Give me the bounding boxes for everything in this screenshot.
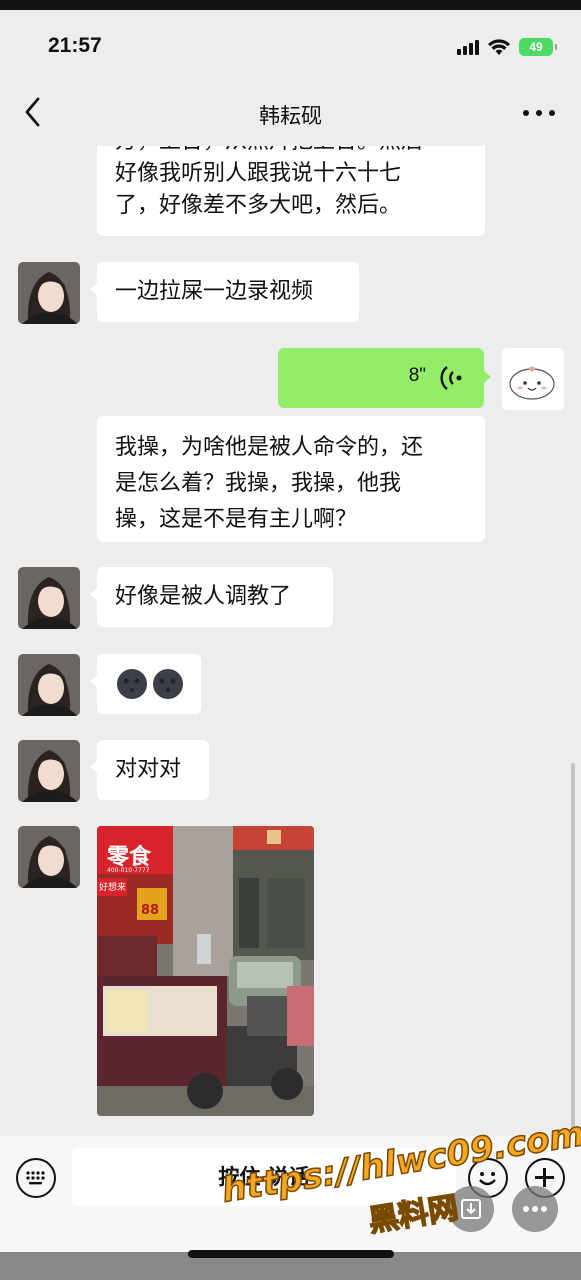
scrollbar[interactable]: [571, 763, 575, 1133]
message-text-line: 我操，为啥他是被人命令的，还: [115, 435, 424, 460]
voice-wave-icon: [440, 366, 462, 390]
status-bar: 21:57 49: [0, 10, 581, 72]
contact-avatar[interactable]: [18, 567, 80, 629]
message-list[interactable]: 方，上台，从照片把上台。然后 好像我听别人跟我说十六十七 了，好像差不多大吧，然…: [0, 146, 581, 1136]
message-text-line: 了，好像差不多大吧，然后。: [115, 193, 402, 218]
message-text-line: 好像我听别人跟我说十六十七: [115, 161, 402, 186]
new-moon-face-icon: [117, 669, 183, 699]
message-text: 对对对: [115, 757, 182, 782]
message-text: 一边拉屎一边录视频: [115, 279, 314, 304]
message-bubble[interactable]: 方，上台，从照片把上台。然后 好像我听别人跟我说十六十七 了，好像差不多大吧，然…: [97, 146, 485, 236]
message-bubble[interactable]: 我操，为啥他是被人命令的，还 是怎么着？我操，我操，他我 操，这是不是有主儿啊？: [97, 416, 485, 542]
battery-icon: 49: [519, 38, 557, 56]
contact-avatar[interactable]: [18, 740, 80, 802]
contact-avatar[interactable]: [18, 262, 80, 324]
message-bubble[interactable]: 对对对: [90, 740, 209, 800]
contact-avatar[interactable]: [18, 654, 80, 716]
photo-message[interactable]: 零食 400-010-7777 好想来 88: [97, 826, 314, 1116]
avatar-image: [18, 740, 80, 802]
photo-sign-text: 400-010-7777: [107, 867, 150, 874]
floating-download-button[interactable]: [448, 1186, 494, 1232]
floating-more-button[interactable]: [512, 1186, 558, 1232]
voice-duration: 8": [408, 365, 426, 386]
ellipsis-icon: [523, 1206, 547, 1212]
signal-icon: [457, 39, 479, 55]
home-indicator[interactable]: [188, 1250, 394, 1258]
avatar-image: [18, 826, 80, 888]
message-bubble[interactable]: [90, 654, 201, 714]
keyboard-toggle-button[interactable]: [16, 1158, 56, 1198]
avatar-image: [18, 262, 80, 324]
contact-avatar[interactable]: [18, 826, 80, 888]
message-text: 好像是被人调教了: [115, 584, 292, 609]
street-photo: 零食 400-010-7777 好想来 88: [97, 826, 314, 1116]
avatar-image: [502, 348, 564, 410]
message-text-line: 是怎么着？我操，我操，他我: [115, 471, 402, 496]
wifi-icon: [488, 39, 510, 55]
status-time: 21:57: [48, 34, 102, 57]
download-icon: [461, 1199, 481, 1219]
voice-message-bubble[interactable]: 8": [278, 348, 491, 408]
photo-sign-text: 好想来: [99, 881, 126, 893]
message-bubble[interactable]: 一边拉屎一边录视频: [90, 262, 359, 322]
nav-bar: 韩耘砚: [0, 80, 581, 146]
avatar-image: [18, 654, 80, 716]
message-text-line: 操，这是不是有主儿啊？: [115, 507, 358, 532]
photo-sign-text: 88: [141, 903, 159, 918]
self-avatar[interactable]: [502, 348, 564, 410]
more-options-button[interactable]: [523, 98, 555, 128]
status-icons: 49: [457, 36, 557, 58]
chat-title: 韩耘砚: [259, 104, 322, 128]
keyboard-icon: [26, 1171, 45, 1185]
hold-to-talk-button[interactable]: 按住 说话: [72, 1148, 456, 1206]
avatar-image: [18, 567, 80, 629]
top-edge: [0, 0, 581, 10]
message-bubble[interactable]: 好像是被人调教了: [90, 567, 333, 627]
